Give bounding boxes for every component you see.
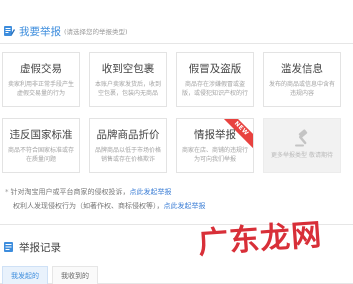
- card-desc: 商品不符合国家标准或存在质量问题: [8, 147, 74, 163]
- card-title: 违反国家标准: [9, 129, 73, 141]
- report-type-counterfeit[interactable]: 假冒及盗版 商品存在涉嫌假冒或盗版，或侵犯知识产权的行为: [176, 52, 254, 107]
- card-desc: 本账户卖家发货后，收到空包裹，包装内无商品: [95, 81, 161, 97]
- tab-initiated[interactable]: 我发起的: [2, 266, 48, 284]
- card-desc: 商家在店、商铺的违规行为可向我们举报: [182, 147, 248, 163]
- record-icon: [4, 242, 13, 252]
- rights-report-link[interactable]: 点此发起举报: [130, 188, 172, 196]
- notice-text: 权利人发现侵权行为（如著作权、商标侵权等），: [13, 202, 164, 210]
- gavel-icon: [295, 129, 308, 147]
- report-type-intelligence[interactable]: NEW 情报举报 商家在店、商铺的违规行为可向我们举报: [176, 118, 254, 173]
- card-desc: 品牌商品以低于市场价格销售或存在价格欺诈: [95, 147, 161, 163]
- watermark-logo: 广东龙网: [197, 217, 324, 262]
- report-type-fake-trade[interactable]: 虚假交易 卖家利用非正常手段产生虚假交易量的行为: [2, 52, 80, 107]
- report-type-empty-package[interactable]: 收到空包裹 本账户卖家发货后，收到空包裹，包装内无商品: [89, 52, 167, 107]
- report-type-spam-info[interactable]: 滥发信息 发布的商品或信息中含有违规内容: [263, 52, 341, 107]
- tab-received[interactable]: 我收到的: [52, 266, 98, 284]
- ip-report-link[interactable]: 点此发起举报: [164, 202, 206, 210]
- card-desc: 发布的商品或信息中含有违规内容: [269, 81, 335, 97]
- records-header: 举报记录: [0, 238, 61, 256]
- notice-line-2: 权利人发现侵权行为（如著作权、商标侵权等），点此发起举报: [13, 201, 206, 211]
- card-title: 虚假交易: [20, 63, 62, 75]
- report-icon: [4, 26, 15, 36]
- card-desc: 更多举报类型 敬请期待: [271, 152, 333, 159]
- card-title: 假冒及盗版: [188, 63, 242, 75]
- records-title: 举报记录: [19, 241, 61, 254]
- notice-line-1: * 针对淘宝用户或平台商家的侵权投诉，点此发起举报: [5, 187, 172, 197]
- page-subtitle: (请选择您的举报类型): [64, 28, 128, 36]
- page-title: 我要举报: [19, 25, 61, 38]
- card-desc: 商品存在涉嫌假冒或盗版，或侵犯知识产权的行为: [182, 81, 248, 97]
- report-header: 我要举报 (请选择您的举报类型): [0, 22, 128, 40]
- card-desc: 卖家利用非正常手段产生虚假交易量的行为: [8, 81, 74, 97]
- notice-star: *: [5, 188, 9, 196]
- notice-text: 针对淘宝用户或平台商家的侵权投诉，: [10, 188, 130, 196]
- header-divider: [0, 43, 353, 44]
- card-title: 收到空包裹: [101, 63, 155, 75]
- report-type-national-standard[interactable]: 违反国家标准 商品不符合国家标准或存在质量问题: [2, 118, 80, 173]
- card-title: 滥发信息: [281, 63, 323, 75]
- report-type-brand-discount[interactable]: 品牌商品折价 品牌商品以低于市场价格销售或存在价格欺诈: [89, 118, 167, 173]
- section-divider: [0, 224, 353, 225]
- report-page: 我要举报 (请选择您的举报类型) 虚假交易 卖家利用非正常手段产生虚假交易量的行…: [0, 0, 353, 284]
- card-title: 品牌商品折价: [96, 129, 160, 141]
- card-title: 情报举报: [194, 129, 236, 141]
- report-type-more-disabled: 更多举报类型 敬请期待: [263, 118, 341, 173]
